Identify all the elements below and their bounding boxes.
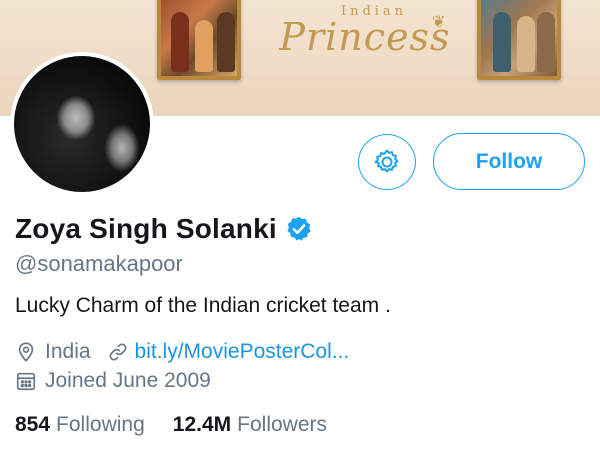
calendar-icon bbox=[16, 372, 36, 391]
poster-figure bbox=[217, 12, 235, 72]
settings-button[interactable] bbox=[358, 134, 416, 190]
following-count: 854 bbox=[15, 413, 51, 436]
link-icon bbox=[109, 343, 127, 361]
profile-meta-row: India bit.ly/MoviePosterCol... bbox=[15, 340, 349, 364]
followers-label: Followers bbox=[237, 413, 327, 436]
verified-badge-icon bbox=[287, 216, 311, 241]
followers-count: 12.4M bbox=[172, 413, 232, 436]
banner-poster-right bbox=[477, 0, 561, 80]
profile-meta-row: Joined June 2009 bbox=[15, 369, 211, 393]
following-label: Following bbox=[56, 413, 145, 436]
profile-stats: 854 Following 12.4M Followers bbox=[15, 413, 327, 437]
user-handle: @sonamakapoor bbox=[15, 251, 183, 276]
poster-figure bbox=[195, 20, 213, 72]
website-link[interactable]: bit.ly/MoviePosterCol... bbox=[135, 340, 350, 364]
follow-button[interactable]: Follow bbox=[433, 133, 585, 190]
followers-stat[interactable]: 12.4M Followers bbox=[173, 413, 327, 437]
location-text: India bbox=[45, 340, 91, 363]
location-pin-icon bbox=[18, 342, 34, 362]
following-stat[interactable]: 854 Following bbox=[15, 413, 145, 437]
banner-poster-left bbox=[157, 0, 241, 80]
joined-date: Joined June 2009 bbox=[45, 369, 211, 392]
poster-figure bbox=[517, 16, 535, 72]
poster-figure bbox=[171, 12, 189, 72]
profile-bio: Lucky Charm of the Indian cricket team . bbox=[15, 294, 391, 317]
avatar[interactable] bbox=[10, 52, 154, 196]
leaf-ornament-icon: ❦ bbox=[432, 14, 446, 31]
poster-figure bbox=[493, 12, 511, 72]
name-row: Zoya Singh Solanki bbox=[15, 213, 313, 245]
poster-figure bbox=[537, 12, 555, 72]
gear-icon bbox=[374, 149, 399, 173]
display-name: Zoya Singh Solanki bbox=[15, 213, 277, 244]
